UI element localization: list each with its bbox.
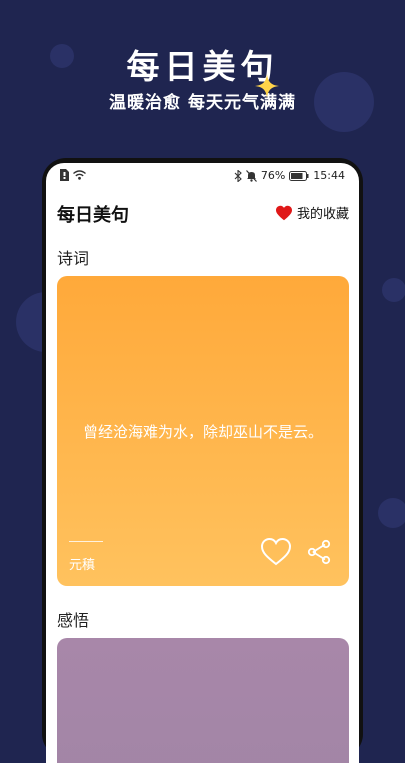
section-title-poetry: 诗词 [57, 249, 90, 268]
status-time: 15:44 [313, 169, 345, 182]
bluetooth-icon [234, 169, 242, 182]
status-bar: 76% 15:44 [46, 163, 359, 189]
battery-icon [289, 170, 309, 181]
app-header: 每日美句 我的收藏 [46, 197, 359, 227]
my-favorites-button[interactable]: 我的收藏 [275, 203, 349, 222]
sparkle-icon [255, 74, 279, 98]
quote-text: 曾经沧海难为水，除却巫山不是云。 [82, 423, 323, 441]
promo-subtitle: 温暖治愈 每天元气满满 [109, 93, 296, 113]
background-circle [382, 278, 405, 302]
share-icon[interactable] [306, 539, 332, 565]
mute-icon [245, 169, 257, 182]
app-title: 每日美句 [57, 205, 129, 226]
section-title-insight: 感悟 [57, 611, 90, 630]
quote-card-insight[interactable] [57, 638, 349, 763]
status-left [60, 169, 86, 181]
status-right: 76% 15:44 [234, 169, 345, 182]
app-screen: 76% 15:44 每日美句 我的收藏 诗词 曾经沧海难为水，除却巫山不是云。 … [46, 163, 359, 763]
sim-icon [60, 169, 69, 181]
quote-card-poetry[interactable]: 曾经沧海难为水，除却巫山不是云。 元稹 [57, 276, 349, 586]
like-heart-icon[interactable] [260, 536, 292, 568]
promo-title: 每日美句 [126, 47, 279, 86]
favorites-label: 我的收藏 [296, 207, 349, 222]
wifi-icon [73, 170, 86, 180]
heart-icon [275, 205, 292, 220]
author-divider [69, 541, 103, 542]
quote-author: 元稹 [69, 558, 96, 573]
background-circle [378, 498, 405, 528]
battery-percent: 76% [260, 169, 286, 182]
